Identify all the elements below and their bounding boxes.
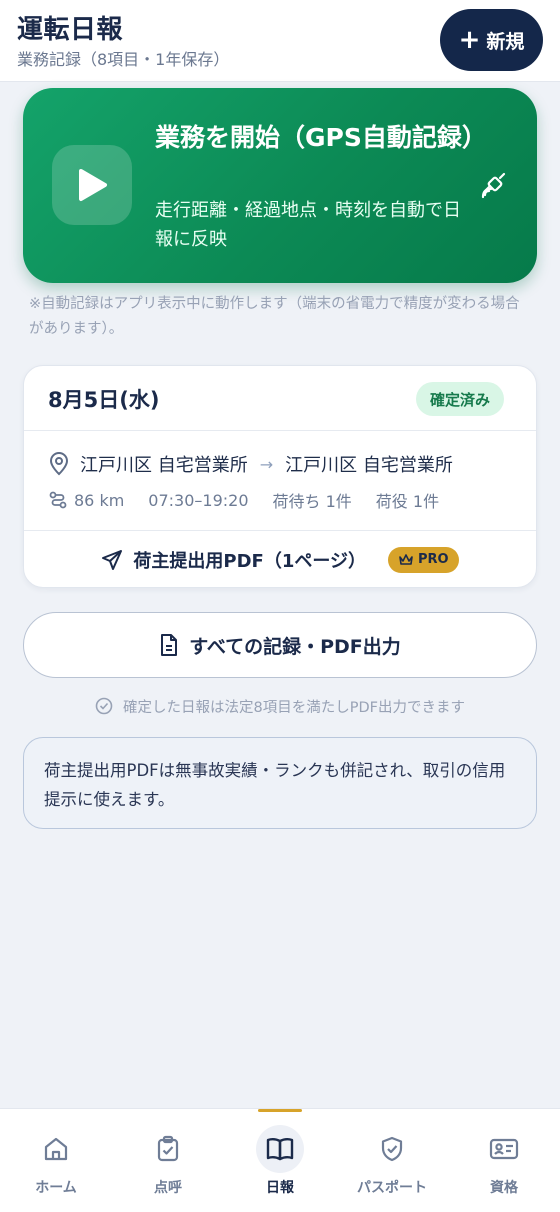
new-report-button[interactable]: + 新規 <box>440 9 543 71</box>
book-open-icon <box>256 1125 304 1173</box>
pro-badge: PRO <box>388 546 459 573</box>
info-box: 荷主提出用PDFは無事故実績・ランクも併記され、取引の信用提示に使えます。 <box>23 737 537 829</box>
route-to: 江戸川区 自宅営業所 <box>285 455 453 476</box>
waiting-count: 荷待ち 1件 <box>272 492 352 511</box>
satellite-icon <box>480 170 510 200</box>
page-title: 運転日報 <box>17 15 124 45</box>
nav-item-roll-call[interactable]: 点呼 <box>112 1109 224 1212</box>
bottom-nav: ホーム 点呼 日報 パスポート 資格 <box>0 1108 560 1212</box>
time-range-value: 07:30–19:20 <box>148 490 249 510</box>
document-icon <box>159 633 179 657</box>
route-row: 江戸川区 自宅営業所 → 江戸川区 自宅営業所 <box>48 450 453 478</box>
check-circle-icon <box>95 697 113 715</box>
handling-count: 荷役 1件 <box>375 492 440 511</box>
nav-item-qualifications[interactable]: 資格 <box>448 1109 560 1212</box>
start-banner-title: 業務を開始（GPS自動記録） <box>155 123 487 152</box>
compliance-note-text: 確定した日報は法定8項目を満たしPDF出力できます <box>123 699 465 716</box>
all-records-button[interactable]: すべての記録・PDF出力 <box>23 612 537 678</box>
route-from: 江戸川区 自宅営業所 <box>80 455 248 476</box>
crown-icon <box>398 553 414 567</box>
new-button-label: 新規 <box>486 30 525 53</box>
nav-label-passport: パスポート <box>357 1180 427 1196</box>
page-subtitle: 業務記録（8項目・1年保存） <box>17 50 230 69</box>
card-divider <box>24 430 536 431</box>
compliance-note: 確定した日報は法定8項目を満たしPDF出力できます <box>0 694 560 718</box>
nav-label-qualifications: 資格 <box>490 1180 518 1196</box>
id-card-icon <box>480 1125 528 1173</box>
clipboard-check-icon <box>144 1125 192 1173</box>
pro-badge-label: PRO <box>418 552 449 567</box>
nav-label-roll-call: 点呼 <box>154 1180 182 1196</box>
daily-report-card[interactable]: 8月5日(水) 確定済み 江戸川区 自宅営業所 → 江戸川区 自宅営業所 86 … <box>23 365 537 588</box>
start-banner-description: 走行距離・経過地点・時刻を自動で日報に反映 <box>155 200 461 250</box>
meta-row: 86 km 07:30–19:20 荷待ち 1件 荷役 1件 <box>48 488 439 512</box>
play-icon <box>52 145 132 225</box>
info-box-text: 荷主提出用PDFは無事故実績・ランクも併記され、取引の信用提示に使えます。 <box>44 761 506 809</box>
start-work-button[interactable]: 業務を開始（GPS自動記録） 走行距離・経過地点・時刻を自動で日報に反映 <box>23 88 537 283</box>
route-arrow: → <box>259 454 274 474</box>
plus-icon: + <box>458 25 481 55</box>
app-header: 運転日報 業務記録（8項目・1年保存） + 新規 <box>0 0 560 82</box>
nav-label-home: ホーム <box>35 1180 77 1196</box>
nav-label-daily-report: 日報 <box>266 1180 294 1196</box>
status-badge: 確定済み <box>416 382 505 416</box>
report-date: 8月5日(水) <box>48 388 160 412</box>
shield-check-icon <box>368 1125 416 1173</box>
route-distance-icon <box>48 490 68 510</box>
nav-item-home[interactable]: ホーム <box>0 1109 112 1212</box>
shipper-pdf-button[interactable]: 荷主提出用PDF（1ページ） PRO <box>24 531 536 588</box>
home-icon <box>32 1125 80 1173</box>
all-records-label: すべての記録・PDF出力 <box>189 635 401 658</box>
shipper-pdf-label: 荷主提出用PDF（1ページ） <box>133 550 366 572</box>
nav-item-passport[interactable]: パスポート <box>336 1109 448 1212</box>
distance-value: 86 km <box>74 490 125 510</box>
map-pin-icon <box>48 452 70 476</box>
active-tab-indicator <box>258 1109 302 1112</box>
auto-record-note: ※自動記録はアプリ表示中に動作します（端末の省電力で精度が変わる場合があります）… <box>29 296 520 337</box>
nav-item-daily-report[interactable]: 日報 <box>224 1109 336 1212</box>
send-icon <box>101 549 123 571</box>
